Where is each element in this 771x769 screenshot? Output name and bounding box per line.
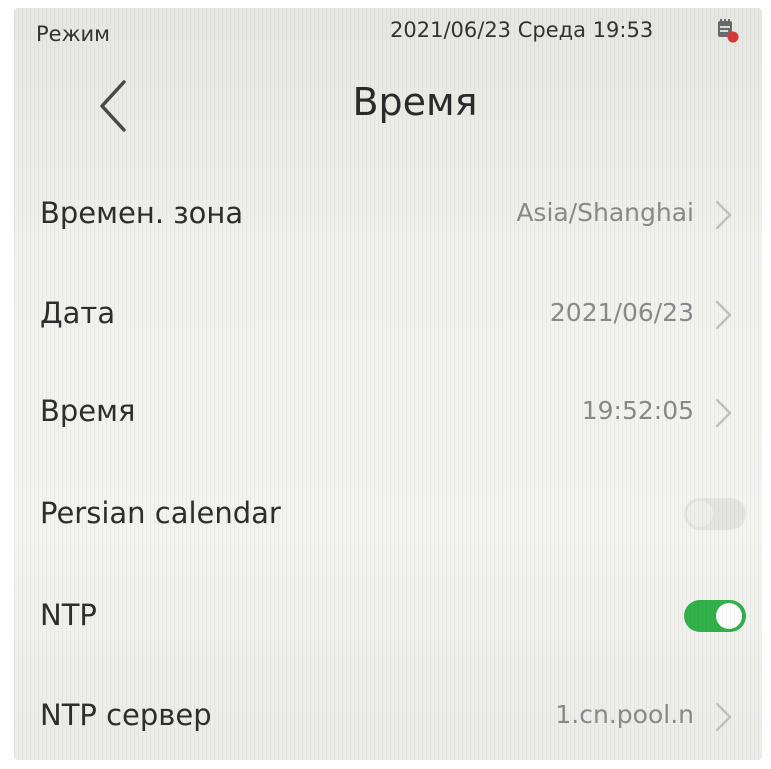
page-header: Время: [14, 66, 762, 146]
status-bar: Режим 2021/06/23 Среда 19:53: [14, 8, 762, 56]
status-datetime: 2021/06/23 Среда 19:53: [390, 18, 654, 42]
notification-icon: [716, 18, 740, 44]
ntp-server-value: 1.cn.pool.n: [555, 700, 694, 729]
persian-calendar-toggle[interactable]: [684, 498, 746, 530]
settings-row-ntp-server[interactable]: NTP сервер 1.cn.pool.n: [14, 676, 762, 756]
settings-row-persian-calendar: Persian calendar: [14, 474, 762, 554]
timezone-value: Asia/Shanghai: [516, 198, 694, 227]
status-mode-label: Режим: [36, 22, 110, 46]
toggle-knob: [716, 603, 742, 629]
persian-calendar-label: Persian calendar: [40, 496, 281, 530]
settings-row-ntp: NTP: [14, 576, 762, 656]
page-title: Время: [352, 80, 478, 124]
chevron-right-icon: [715, 398, 732, 428]
time-label: Время: [40, 394, 136, 428]
ntp-label: NTP: [40, 598, 97, 632]
settings-row-date[interactable]: Дата 2021/06/23: [14, 274, 762, 354]
chevron-right-icon: [715, 200, 732, 230]
date-value: 2021/06/23: [549, 298, 694, 327]
settings-row-time[interactable]: Время 19:52:05: [14, 372, 762, 452]
ntp-toggle[interactable]: [684, 600, 746, 632]
toggle-knob: [687, 501, 713, 527]
chevron-right-icon: [715, 300, 732, 330]
ntp-server-label: NTP сервер: [40, 698, 212, 732]
settings-row-timezone[interactable]: Времен. зона Asia/Shanghai: [14, 174, 762, 254]
device-frame: Режим 2021/06/23 Среда 19:53 Время Време…: [0, 0, 771, 769]
chevron-right-icon: [715, 702, 732, 732]
date-label: Дата: [40, 296, 116, 330]
device-screen: Режим 2021/06/23 Среда 19:53 Время Време…: [14, 8, 762, 760]
time-value: 19:52:05: [581, 396, 694, 425]
timezone-label: Времен. зона: [40, 196, 244, 230]
